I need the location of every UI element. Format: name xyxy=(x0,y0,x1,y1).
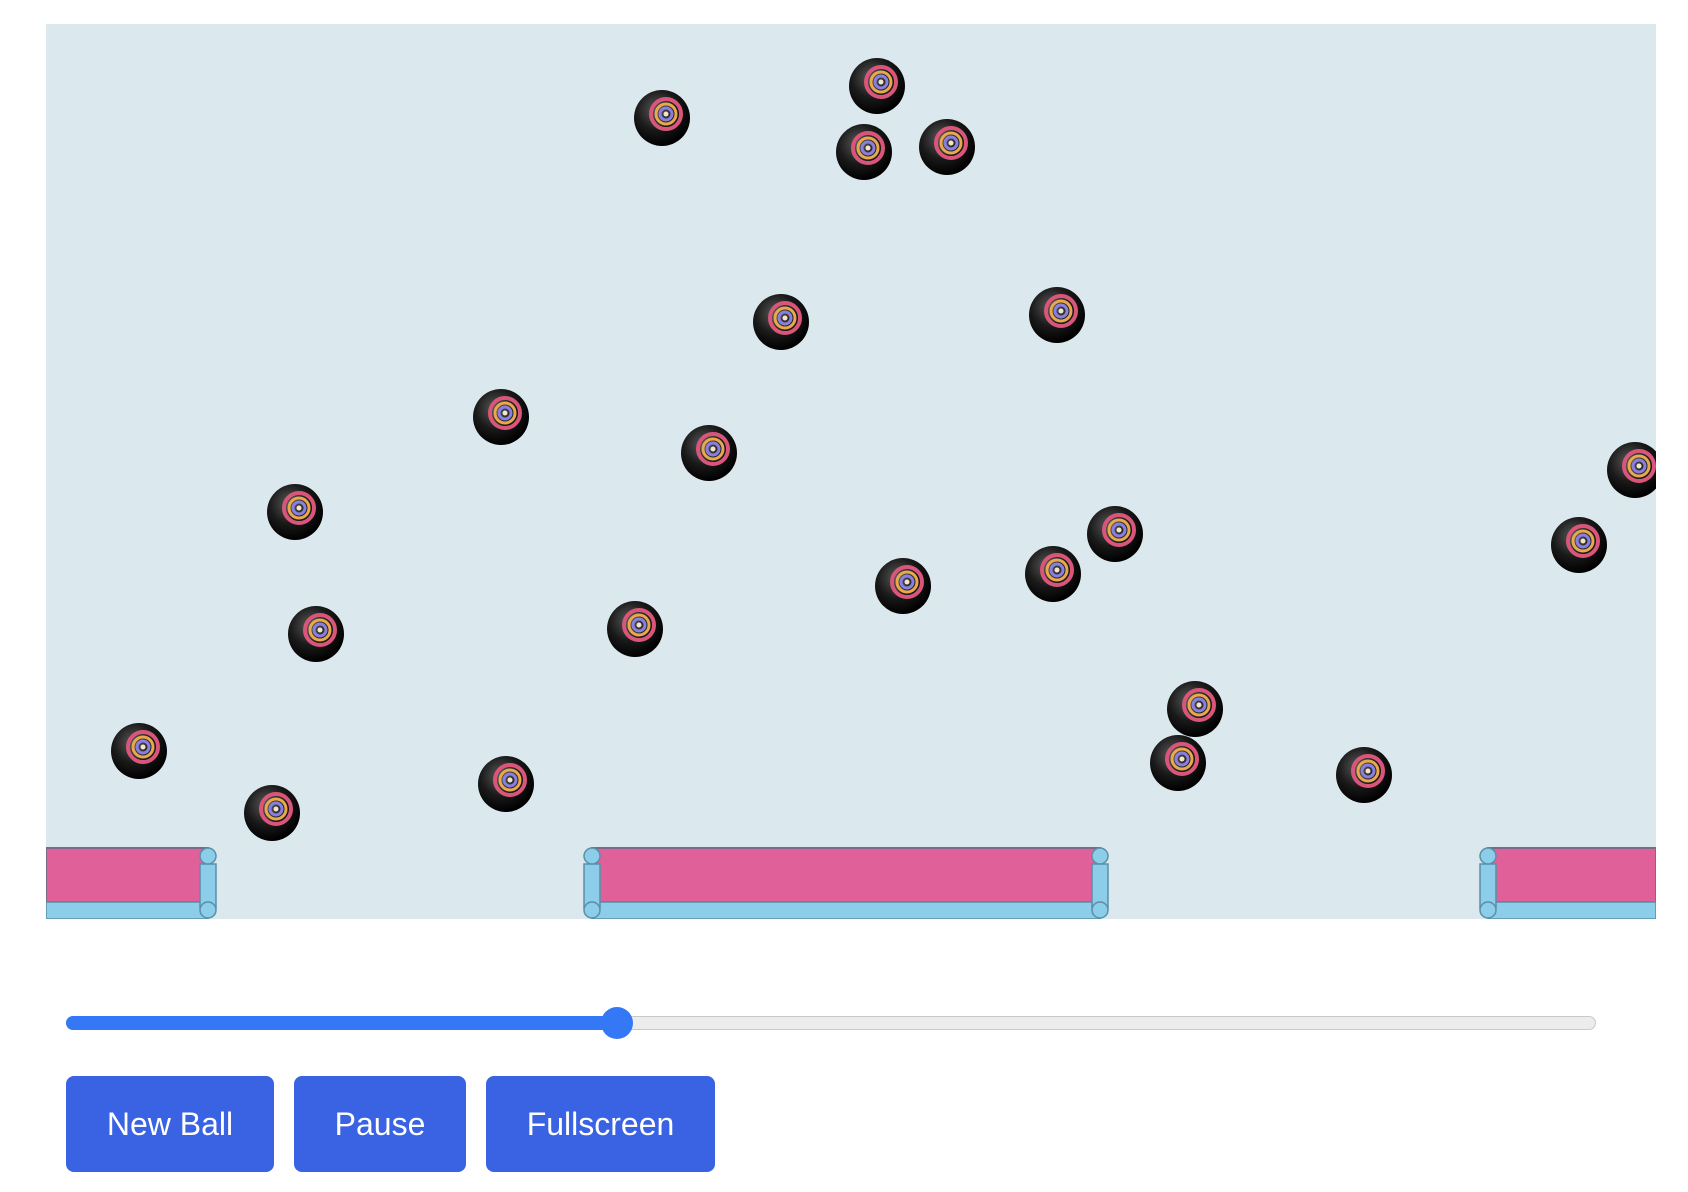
ball-core xyxy=(317,627,323,633)
control-buttons: New Ball Pause Fullscreen xyxy=(66,1076,715,1172)
slider-thumb[interactable] xyxy=(600,1007,633,1039)
ball xyxy=(244,785,300,841)
platforms xyxy=(46,847,1656,919)
slider-fill xyxy=(66,1016,617,1030)
ball-core xyxy=(904,579,910,585)
ball xyxy=(1029,287,1085,343)
ball xyxy=(1551,517,1607,573)
platform xyxy=(1479,847,1656,919)
ball-core xyxy=(1054,567,1060,573)
ball xyxy=(478,756,534,812)
post-knob xyxy=(1091,847,1109,865)
ball xyxy=(919,119,975,175)
ball-core xyxy=(636,622,642,628)
ball-core xyxy=(663,111,669,117)
fullscreen-button[interactable]: Fullscreen xyxy=(486,1076,715,1172)
platform xyxy=(583,847,1109,919)
ball-core xyxy=(1058,308,1064,314)
ball xyxy=(1167,681,1223,737)
ball-core xyxy=(1116,527,1122,533)
ball xyxy=(1150,735,1206,791)
ball xyxy=(111,723,167,779)
ball-core xyxy=(710,446,716,452)
ball-core xyxy=(865,145,871,151)
platform-top xyxy=(591,847,1101,903)
ball xyxy=(1336,747,1392,803)
new-ball-button[interactable]: New Ball xyxy=(66,1076,274,1172)
pause-button[interactable]: Pause xyxy=(294,1076,466,1172)
ball-core xyxy=(1196,702,1202,708)
ball xyxy=(875,558,931,614)
ball xyxy=(1607,442,1656,498)
ball-core xyxy=(502,410,508,416)
ball xyxy=(288,606,344,662)
platform-top xyxy=(46,847,209,903)
ball-core xyxy=(140,744,146,750)
ball-core xyxy=(1179,756,1185,762)
balls xyxy=(111,58,1656,841)
post-knob xyxy=(1479,901,1497,919)
ball xyxy=(681,425,737,481)
post-knob xyxy=(199,901,217,919)
ball-core xyxy=(1365,768,1371,774)
post-knob xyxy=(199,847,217,865)
post-knob xyxy=(583,847,601,865)
platform-rail xyxy=(46,901,209,919)
ball xyxy=(473,389,529,445)
ball-core xyxy=(782,315,788,321)
ball xyxy=(607,601,663,657)
ball xyxy=(267,484,323,540)
platform-rail xyxy=(1487,901,1656,919)
ball-core xyxy=(948,140,954,146)
post-knob xyxy=(1479,847,1497,865)
ball xyxy=(836,124,892,180)
ball-core xyxy=(507,777,513,783)
post-knob xyxy=(1091,901,1109,919)
ball xyxy=(1025,546,1081,602)
ball xyxy=(849,58,905,114)
ball-core xyxy=(878,79,884,85)
post-knob xyxy=(583,901,601,919)
scene-layer xyxy=(46,58,1656,919)
ball-core xyxy=(296,505,302,511)
ball xyxy=(634,90,690,146)
ball-core xyxy=(1580,538,1586,544)
platform-top xyxy=(1487,847,1656,903)
ball-core xyxy=(273,806,279,812)
platform xyxy=(46,847,217,919)
ball-core xyxy=(1636,463,1642,469)
speed-slider[interactable] xyxy=(66,1007,1596,1039)
ball xyxy=(753,294,809,350)
game-canvas[interactable] xyxy=(46,24,1656,919)
ball xyxy=(1087,506,1143,562)
platform-rail xyxy=(591,901,1101,919)
